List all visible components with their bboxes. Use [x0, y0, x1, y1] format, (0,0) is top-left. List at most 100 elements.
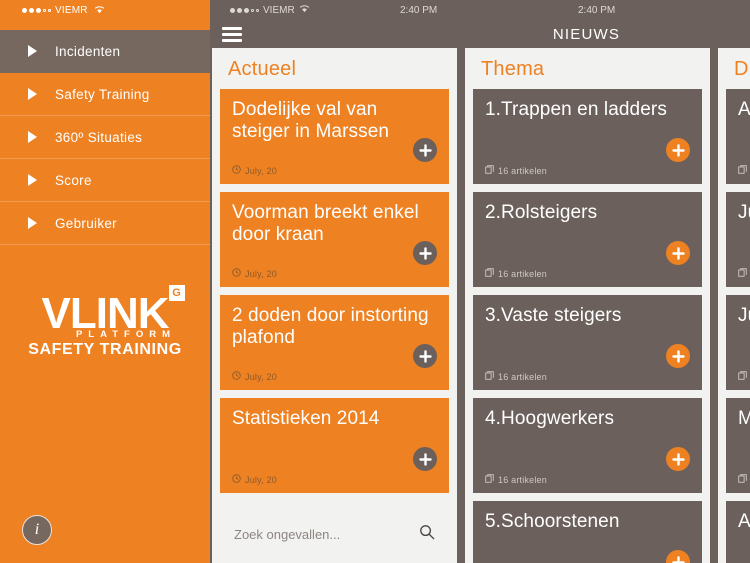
- clock-icon: [232, 371, 241, 382]
- news-card[interactable]: 2 doden door instorting plafond July, 20: [220, 295, 449, 390]
- third-card[interactable]: Ju 1: [726, 192, 750, 287]
- news-card-title: Voorman breekt enkel door kraan: [232, 202, 419, 245]
- thema-card-title: 2.Rolsteigers: [485, 202, 598, 223]
- sidebar-item-label: Incidenten: [55, 43, 121, 59]
- carrier-label: VIEMR: [55, 4, 88, 16]
- wifi-icon: [299, 4, 310, 16]
- thema-card-meta: 16 artikelen: [485, 165, 690, 176]
- sidebar-item-gebruiker[interactable]: Gebruiker: [0, 202, 210, 245]
- third-card-title: M: [738, 408, 750, 429]
- thema-card-meta: 16 artikelen: [485, 474, 690, 485]
- news-card[interactable]: Statistieken 2014 July, 20: [220, 398, 449, 493]
- chevron-right-icon: [28, 45, 37, 57]
- add-thema-button[interactable]: [666, 447, 690, 471]
- logo-wordmark: VLINK: [41, 289, 170, 338]
- clock-icon: [232, 474, 241, 485]
- thema-card-count: 16 artikelen: [498, 165, 547, 176]
- news-card-date: July, 20: [245, 371, 277, 382]
- third-card-meta: 1: [738, 268, 750, 279]
- third-card-title: Ap: [738, 511, 750, 532]
- news-card-date: July, 20: [245, 268, 277, 279]
- news-card[interactable]: Voorman breekt enkel door kraan July, 20: [220, 192, 449, 287]
- add-thema-button[interactable]: [666, 550, 690, 563]
- thema-card[interactable]: 4.Hoogwerkers 16 artikelen: [473, 398, 702, 493]
- news-card-date: July, 20: [245, 474, 277, 485]
- sidebar-item-label: Gebruiker: [55, 215, 117, 231]
- third-card[interactable]: Ju 1: [726, 295, 750, 390]
- add-news-button[interactable]: [413, 447, 437, 471]
- thema-card-meta: 16 artikelen: [485, 371, 690, 382]
- add-thema-button[interactable]: [666, 138, 690, 162]
- column-header-third: D: [734, 58, 749, 80]
- news-card-meta: July, 20: [232, 268, 437, 279]
- news-card-title: Statistieken 2014: [232, 408, 380, 429]
- add-news-button[interactable]: [413, 241, 437, 265]
- clock-icon: [232, 165, 241, 176]
- add-news-button[interactable]: [413, 344, 437, 368]
- sidebar-item-score[interactable]: Score: [0, 159, 210, 202]
- documents-icon: [485, 474, 494, 485]
- documents-icon: [485, 165, 494, 176]
- logo-tagline: SAFETY TRAINING: [28, 340, 182, 358]
- add-thema-button[interactable]: [666, 241, 690, 265]
- main-panel: VIEMR 2:40 PM 2:40 PM 43% NIEUWS: [210, 0, 750, 563]
- documents-icon: [738, 268, 747, 279]
- third-card-title: Ju: [738, 202, 750, 223]
- documents-icon: [485, 371, 494, 382]
- sidebar-item-safety-training[interactable]: Safety Training: [0, 73, 210, 116]
- thema-card[interactable]: 2.Rolsteigers 16 artikelen: [473, 192, 702, 287]
- add-thema-button[interactable]: [666, 344, 690, 368]
- news-card-list: Dodelijke val van steiger in Marssen Jul…: [212, 89, 457, 505]
- chevron-right-icon: [28, 88, 37, 100]
- column-thema: Thema 1.Trappen en ladders 16 artikelen: [465, 48, 710, 563]
- third-card-title: Ju: [738, 305, 750, 326]
- thema-card-count: 16 artikelen: [498, 268, 547, 279]
- news-card-date: July, 20: [245, 165, 277, 176]
- third-card-title: Au: [738, 99, 750, 120]
- third-card[interactable]: Au 1: [726, 89, 750, 184]
- news-card-title: Dodelijke val van steiger in Marssen: [232, 99, 390, 142]
- info-button[interactable]: i: [22, 515, 52, 545]
- documents-icon: [738, 474, 747, 485]
- thema-card-meta: 16 artikelen: [485, 268, 690, 279]
- status-time-left: 2:40 PM: [400, 4, 438, 16]
- signal-strength-icon: [230, 7, 259, 13]
- search-bar[interactable]: [220, 513, 449, 555]
- news-search-footer: [212, 505, 457, 563]
- search-input[interactable]: [234, 526, 419, 542]
- sidebar-item-360-situaties[interactable]: 360º Situaties: [0, 116, 210, 159]
- thema-card-count: 16 artikelen: [498, 474, 547, 485]
- news-card-meta: July, 20: [232, 165, 437, 176]
- thema-card-title: 3.Vaste steigers: [485, 305, 622, 326]
- third-card[interactable]: Ap 1: [726, 501, 750, 563]
- third-card[interactable]: M 1: [726, 398, 750, 493]
- page-title: NIEUWS: [552, 25, 621, 43]
- chevron-right-icon: [28, 174, 37, 186]
- documents-icon: [738, 371, 747, 382]
- thema-card[interactable]: 5.Schoorstenen 16 artikelen: [473, 501, 702, 563]
- clock-icon: [232, 268, 241, 279]
- hamburger-icon[interactable]: [222, 26, 242, 42]
- chevron-right-icon: [28, 217, 37, 229]
- thema-card-title: 1.Trappen en ladders: [485, 99, 667, 120]
- news-card-title: 2 doden door instorting plafond: [232, 305, 429, 348]
- vlink-logo: VLINK G PLATFORM SAFETY TRAINING: [0, 285, 210, 359]
- sidebar-item-label: Score: [55, 172, 92, 188]
- thema-card-title: 5.Schoorstenen: [485, 511, 620, 532]
- search-icon[interactable]: [419, 524, 435, 545]
- column-news: Actueel Dodelijke val van steiger in Mar…: [212, 48, 457, 563]
- navbar: NIEUWS: [210, 20, 750, 48]
- news-card-meta: July, 20: [232, 371, 437, 382]
- thema-card-list: 1.Trappen en ladders 16 artikelen 2.Rols…: [465, 89, 710, 563]
- news-card[interactable]: Dodelijke val van steiger in Marssen Jul…: [220, 89, 449, 184]
- thema-card[interactable]: 1.Trappen en ladders 16 artikelen: [473, 89, 702, 184]
- documents-icon: [738, 165, 747, 176]
- signal-strength-icon: [22, 7, 51, 13]
- documents-icon: [485, 268, 494, 279]
- status-time-right: 2:40 PM: [578, 4, 616, 16]
- sidebar-item-incidenten[interactable]: Incidenten: [0, 30, 210, 73]
- column-header-news: Actueel: [228, 58, 297, 80]
- thema-card[interactable]: 3.Vaste steigers 16 artikelen: [473, 295, 702, 390]
- add-news-button[interactable]: [413, 138, 437, 162]
- column-third: D Au 1: [718, 48, 750, 563]
